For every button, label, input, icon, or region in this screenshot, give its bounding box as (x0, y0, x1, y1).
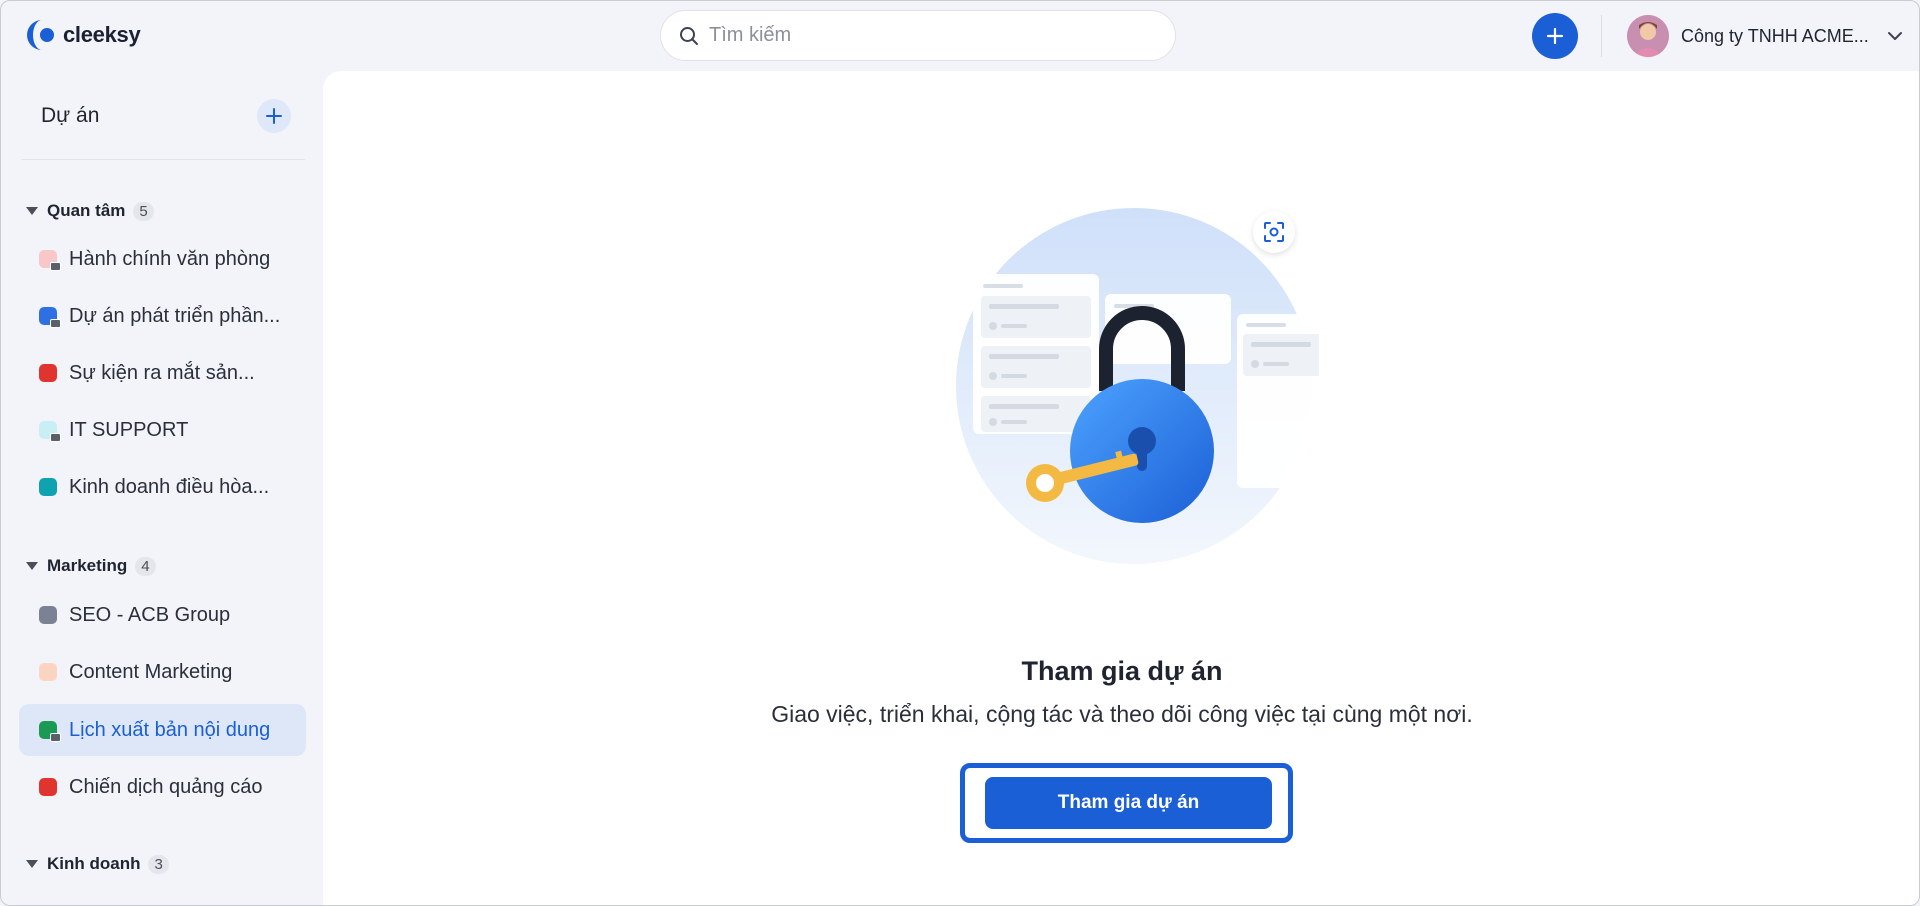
caret-down-icon (26, 207, 38, 215)
group-label: Quan tâm (47, 201, 126, 220)
page-title: Tham gia dự án (1021, 656, 1223, 686)
project-color-icon (39, 663, 57, 681)
top-bar: cleeksy C (1, 1, 1919, 71)
project-color-icon (39, 721, 61, 742)
group-header-marketing[interactable]: Marketing 4 (25, 556, 156, 576)
create-button[interactable] (1532, 13, 1578, 59)
group-label: Marketing (47, 556, 128, 575)
app-window: cleeksy C (0, 0, 1920, 906)
logo[interactable]: cleeksy (25, 18, 141, 52)
count-badge: 5 (133, 201, 154, 221)
sidebar-item-hanh-chinh[interactable]: Hành chính văn phòng (19, 233, 306, 285)
avatar[interactable] (1627, 15, 1669, 57)
caret-down-icon (26, 860, 38, 868)
search-icon (680, 26, 698, 45)
sidebar-item-label: IT SUPPORT (69, 418, 189, 441)
sidebar-item-it-support[interactable]: IT SUPPORT (19, 404, 306, 456)
sidebar-item-lich-xuat-ban[interactable]: Lịch xuất bản nội dung (19, 704, 306, 756)
sidebar-item-su-kien[interactable]: Sự kiện ra mắt sản... (19, 347, 306, 399)
company-switcher[interactable]: Công ty TNHH ACME... (1627, 15, 1903, 57)
sidebar-item-label: Lịch xuất bản nội dung (69, 718, 271, 741)
group-header-kinh-doanh[interactable]: Kinh doanh 3 (25, 854, 169, 874)
sidebar-divider (21, 159, 305, 160)
caret-down-icon (26, 562, 38, 570)
sidebar-item-label: Kinh doanh điều hòa... (69, 475, 270, 498)
company-name: Công ty TNHH ACME... (1681, 25, 1869, 46)
sidebar-header: Dự án (41, 99, 291, 133)
sidebar-item-content-marketing[interactable]: Content Marketing (19, 646, 306, 698)
lock-icon (50, 433, 61, 442)
sidebar-item-kinh-doanh-dieu-hoa[interactable]: Kinh doanh điều hòa... (19, 461, 306, 513)
project-color-icon (39, 421, 61, 442)
project-color-icon (39, 307, 61, 328)
divider (1601, 15, 1602, 57)
main-content: Tham gia dự án Giao việc, triển khai, cộ… (323, 71, 1919, 905)
sidebar-item-label: SEO - ACB Group (69, 603, 231, 626)
project-color-icon (39, 606, 57, 624)
lock-icon (50, 733, 61, 742)
project-color-icon (39, 250, 61, 271)
search-input[interactable] (709, 24, 1149, 47)
lock-icon (50, 319, 61, 328)
count-badge: 3 (148, 854, 169, 874)
join-project-button[interactable]: Tham gia dự án (985, 777, 1272, 829)
scan-button[interactable] (1253, 211, 1295, 253)
search-bar[interactable] (660, 10, 1176, 61)
project-color-icon (39, 478, 57, 496)
sidebar-item-label: Chiến dịch quảng cáo (69, 775, 263, 798)
group-header-quan-tam[interactable]: Quan tâm 5 (25, 201, 154, 221)
add-project-button[interactable] (257, 99, 291, 133)
project-color-icon (39, 778, 57, 796)
sidebar-item-label: Hành chính văn phòng (69, 247, 271, 270)
chevron-down-icon[interactable] (1887, 31, 1903, 41)
locked-project-illustration (956, 208, 1319, 564)
group-label: Kinh doanh (47, 854, 141, 873)
sidebar-item-label: Dự án phát triển phần... (69, 304, 281, 327)
plus-icon (266, 108, 282, 124)
scan-icon (1264, 222, 1284, 242)
avatar-icon (1627, 15, 1669, 57)
sidebar-title: Dự án (41, 104, 100, 127)
logo-text: cleeksy (63, 22, 141, 47)
count-badge: 4 (135, 556, 156, 576)
plus-icon (1546, 27, 1564, 45)
page-description: Giao việc, triển khai, cộng tác và theo … (771, 701, 1473, 727)
sidebar-item-label: Content Marketing (69, 660, 233, 683)
sidebar-item-du-an-phat-trien[interactable]: Dự án phát triển phần... (19, 290, 306, 342)
sidebar: Dự án Quan tâm 5 Hành chính văn phòng Dự… (1, 71, 323, 905)
lock-icon (50, 262, 61, 271)
sidebar-item-chien-dich[interactable]: Chiến dịch quảng cáo (19, 761, 306, 813)
project-color-icon (39, 364, 57, 382)
sidebar-item-label: Sự kiện ra mắt sản... (69, 361, 255, 384)
logo-icon (27, 20, 54, 50)
sidebar-item-partial[interactable] (19, 891, 306, 905)
sidebar-item-seo[interactable]: SEO - ACB Group (19, 589, 306, 641)
